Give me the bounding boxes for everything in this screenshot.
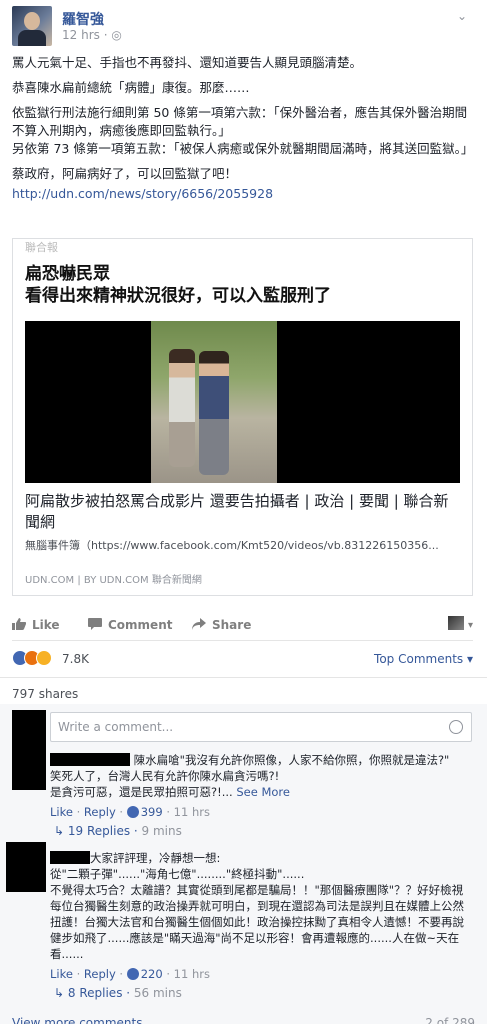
post-body: 罵人元氣十足、手指也不再發抖、還知道要告人顯見頭腦清楚。 恭喜陳水扁前總統「病體… <box>12 54 474 210</box>
see-more-link[interactable]: See More <box>236 785 290 799</box>
comment-reply-button[interactable]: Reply <box>84 967 116 981</box>
like-icon <box>12 618 26 630</box>
comment-line: 大家評評理，冷靜想一想: <box>90 851 221 865</box>
post-card: 羅智強 12 hrs · ◎ ⌄ 罵人元氣十足、手指也不再發抖、還知道要告人顯見… <box>0 0 487 1024</box>
thumbnail-headline: 扁恐嚇民眾 看得出來精神狀況很好，可以入監服刑了 <box>25 263 331 307</box>
commenter-avatar[interactable] <box>12 710 46 790</box>
post-paragraph: 另依第 73 條第一項第五款：「被保人病癒或保外就醫期間屆滿時，將其送回監獄。」 <box>12 141 474 156</box>
thumbnail-headline-line2: 看得出來精神狀況很好，可以入監服刑了 <box>25 286 331 306</box>
comment-line-text: 是貪污可惡，還是民眾拍照可惡?!... <box>50 785 233 799</box>
author-name[interactable]: 羅智強 <box>62 9 104 29</box>
share-button[interactable]: Share <box>192 618 251 632</box>
chevron-down-icon[interactable]: ⌄ <box>452 6 472 26</box>
post-meta: 12 hrs · ◎ <box>62 28 122 42</box>
comment-count: 2 of 289 <box>425 1016 475 1024</box>
link-body: 阿扁散步被拍怒罵合成影片 還要告拍攝者 | 政治 | 要聞 | 聯合新聞網 無腦… <box>25 491 460 553</box>
link-title[interactable]: 阿扁散步被拍怒罵合成影片 還要告拍攝者 | 政治 | 要聞 | 聯合新聞網 <box>25 491 460 533</box>
top-comments-label: Top Comments <box>374 652 464 666</box>
redacted-name[interactable] <box>50 851 90 864</box>
view-replies[interactable]: ↳ 19 Replies · 9 mins <box>54 824 182 838</box>
replies-time: 9 mins <box>141 824 182 838</box>
comment-line: 陳水扁嗆"我沒有允許你照像，人家不給你照，你照就是違法?" <box>133 753 450 767</box>
post-paragraph: 恭喜陳水扁前總統「病體」康復。那麼…… <box>12 80 250 95</box>
comment-like-button[interactable]: Like <box>50 805 73 819</box>
link-source: UDN.COM | BY UDN.COM 聯合新聞網 <box>25 575 202 586</box>
shared-link-card[interactable]: 聯合報 扁恐嚇民眾 看得出來精神狀況很好，可以入監服刑了 阿扁散步被拍怒罵合成影… <box>12 238 473 596</box>
divider <box>0 677 487 678</box>
comment-label: Comment <box>108 618 173 632</box>
comment-time[interactable]: 11 hrs <box>174 967 210 981</box>
replies-time: 56 mins <box>133 986 182 1000</box>
comment-actions: Like · Reply · 220 · 11 hrs <box>50 967 210 981</box>
post-time[interactable]: 12 hrs <box>62 28 100 42</box>
comment-reply-button[interactable]: Reply <box>84 805 116 819</box>
comment-line: 笑死人了，台灣人民有允許你陳水扁貪污嗎?! <box>50 769 280 783</box>
video-frame[interactable] <box>25 321 460 483</box>
thumbnail-top-strip: 聯合報 <box>25 241 58 254</box>
comment-line: 從"二顆子彈"......"海角七億"........"終極抖動"...... <box>50 867 305 881</box>
post-paragraph: 依監獄行刑法施行細則第 50 條第一項第六款：「保外醫治者，應告其保外醫治期間不… <box>12 105 468 138</box>
audience-selector[interactable]: ▾ <box>447 616 473 631</box>
thumbnail-headline-line1: 扁恐嚇民眾 <box>25 264 110 284</box>
comment-line: 不覺得太巧合？太離譜？其實從頭到尾都是騙局！！"那個醫療團隊"？？好好檢視每位台… <box>50 883 464 961</box>
comment-input[interactable]: Write a comment... <box>50 712 472 742</box>
emoji-icon[interactable] <box>449 720 463 734</box>
video-photo <box>151 321 277 483</box>
comment-placeholder: Write a comment... <box>58 720 174 734</box>
share-icon <box>192 618 206 630</box>
comment-time[interactable]: 11 hrs <box>174 805 210 819</box>
shares-count[interactable]: 797 shares <box>12 687 78 701</box>
comment-like-count[interactable]: 220 <box>141 967 163 981</box>
post-paragraph: 罵人元氣十足、手指也不再發抖、還知道要告人顯見頭腦清楚。 <box>12 55 363 70</box>
reaction-count[interactable]: 7.8K <box>62 652 89 666</box>
page-avatar-icon <box>447 616 464 630</box>
post-paragraph: 蔡政府，阿扁病好了，可以回監獄了吧！ <box>12 166 238 181</box>
view-more-comments[interactable]: View more comments <box>12 1016 142 1024</box>
like-button[interactable]: Like <box>12 618 60 632</box>
haha-reaction-icon[interactable] <box>36 650 52 666</box>
post-actions: Like Comment Share ▾ <box>12 612 473 638</box>
avatar-body <box>18 30 46 46</box>
post-header: 羅智強 12 hrs · ◎ ⌄ <box>12 6 472 46</box>
comment-actions: Like · Reply · 399 · 11 hrs <box>50 805 210 819</box>
author-avatar[interactable] <box>12 6 52 46</box>
comment-text: 陳水扁嗆"我沒有允許你照像，人家不給你照，你照就是違法?" <box>50 752 470 768</box>
comment-text: 大家評評理，冷靜想一想: <box>50 850 470 866</box>
chevron-down-icon: ▾ <box>467 620 473 631</box>
replies-count: 19 Replies <box>67 824 131 838</box>
reactions-bar: 7.8K Top Comments ▾ <box>12 648 473 670</box>
globe-icon: · ◎ <box>103 28 122 42</box>
redacted-name[interactable] <box>50 753 130 766</box>
replies-count: 8 Replies <box>67 986 123 1000</box>
like-label: Like <box>32 618 60 632</box>
share-label: Share <box>212 618 252 632</box>
avatar-head <box>24 12 40 30</box>
comment-like-button[interactable]: Like <box>50 967 73 981</box>
divider <box>12 640 473 641</box>
reply-arrow-icon: ↳ <box>54 824 65 838</box>
link-description: 無腦事件簿（https://www.facebook.com/Kmt520/vi… <box>25 539 439 552</box>
comment-icon <box>88 618 102 630</box>
like-icon <box>126 968 139 980</box>
view-replies[interactable]: ↳ 8 Replies · 56 mins <box>54 986 182 1000</box>
post-link[interactable]: http://udn.com/news/story/6656/2055928 <box>12 185 472 203</box>
reply-arrow-icon: ↳ <box>54 986 65 1000</box>
comment-line: 是貪污可惡，還是民眾拍照可惡?!... See More <box>50 784 470 800</box>
comment-like-count[interactable]: 399 <box>141 805 163 819</box>
comment: 陳水扁嗆"我沒有允許你照像，人家不給你照，你照就是違法?" 笑死人了，台灣人民有… <box>50 752 470 820</box>
like-icon <box>126 806 139 818</box>
comment-button[interactable]: Comment <box>88 618 172 632</box>
top-comments-dropdown[interactable]: Top Comments ▾ <box>374 652 473 666</box>
commenter-avatar[interactable] <box>6 842 46 892</box>
comments-section: Write a comment... 陳水扁嗆"我沒有允許你照像，人家不給你照，… <box>0 704 487 1024</box>
comment: 大家評評理，冷靜想一想: 從"二顆子彈"......"海角七億"........… <box>50 850 470 982</box>
person-figure <box>169 349 195 467</box>
link-thumbnail[interactable]: 聯合報 扁恐嚇民眾 看得出來精神狀況很好，可以入監服刑了 <box>13 239 472 483</box>
person-figure <box>199 351 229 475</box>
